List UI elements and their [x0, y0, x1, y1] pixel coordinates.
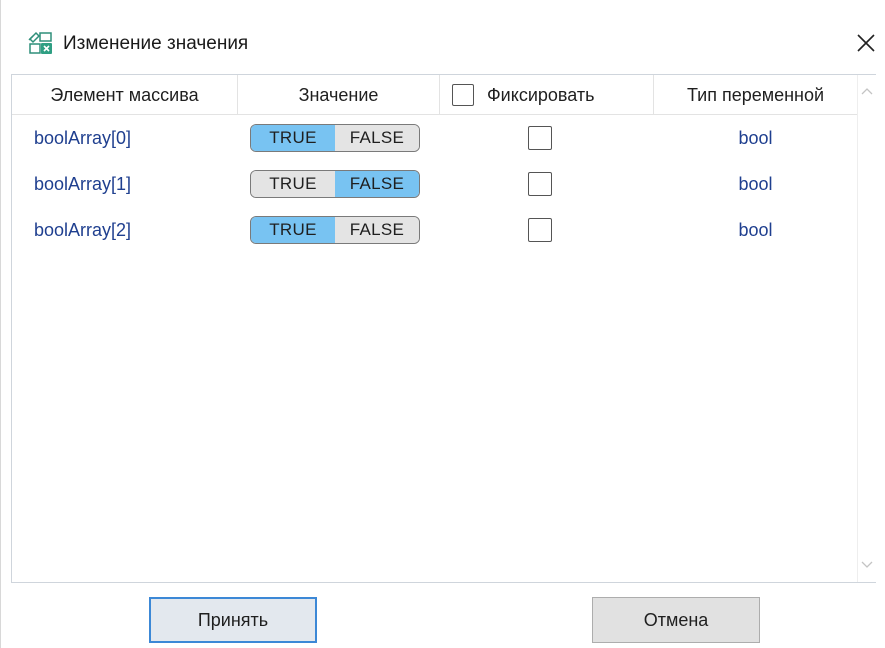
value-true-option[interactable]: TRUE — [251, 125, 335, 151]
column-header-value[interactable]: Значение — [238, 75, 440, 115]
column-header-element[interactable]: Элемент массива — [12, 75, 238, 115]
fix-checkbox[interactable] — [528, 172, 552, 196]
table-row: boolArray[1] TRUE FALSE bool — [12, 161, 857, 207]
fix-checkbox[interactable] — [528, 218, 552, 242]
variable-edit-icon — [27, 31, 53, 55]
variable-type: bool — [738, 128, 773, 148]
element-name: boolArray[0] — [34, 128, 132, 148]
chevron-down-icon[interactable] — [858, 555, 876, 575]
element-name: boolArray[1] — [34, 174, 132, 194]
chevron-up-icon[interactable] — [858, 81, 876, 101]
scroll-up-button[interactable] — [858, 81, 876, 101]
scroll-down-button[interactable] — [858, 555, 876, 575]
window-title: Изменение значения — [63, 33, 249, 54]
fix-checkbox[interactable] — [528, 126, 552, 150]
grid-header: Элемент массива Значение Фиксировать Тип… — [12, 75, 857, 115]
column-header-type-label: Тип переменной — [686, 85, 825, 105]
value-toggle[interactable]: TRUE FALSE — [250, 216, 420, 244]
values-grid: Элемент массива Значение Фиксировать Тип… — [11, 74, 876, 583]
accept-button[interactable]: Принять — [149, 597, 317, 643]
value-false-option[interactable]: FALSE — [335, 171, 419, 197]
value-true-option[interactable]: TRUE — [251, 171, 335, 197]
table-row: boolArray[2] TRUE FALSE bool — [12, 207, 857, 253]
column-header-element-label: Элемент массива — [50, 85, 199, 105]
value-false-option[interactable]: FALSE — [335, 125, 419, 151]
vertical-scrollbar[interactable] — [857, 75, 876, 582]
close-button[interactable] — [849, 26, 883, 60]
fix-all-checkbox[interactable] — [452, 84, 474, 106]
change-value-dialog: Изменение значения Элемент массива Значе… — [0, 0, 885, 648]
value-true-option[interactable]: TRUE — [251, 217, 335, 243]
variable-type: bool — [738, 220, 773, 240]
table-row: boolArray[0] TRUE FALSE bool — [12, 115, 857, 161]
column-header-value-label: Значение — [298, 85, 379, 105]
variable-type: bool — [738, 174, 773, 194]
column-header-fix: Фиксировать — [440, 75, 654, 115]
close-icon[interactable] — [849, 26, 883, 60]
column-header-type[interactable]: Тип переменной — [654, 75, 857, 115]
value-false-option[interactable]: FALSE — [335, 217, 419, 243]
value-toggle[interactable]: TRUE FALSE — [250, 170, 420, 198]
element-name: boolArray[2] — [34, 220, 132, 240]
value-toggle[interactable]: TRUE FALSE — [250, 124, 420, 152]
title-bar: Изменение значения — [1, 0, 885, 74]
cancel-button[interactable]: Отмена — [592, 597, 760, 643]
column-header-fix-label: Фиксировать — [487, 85, 595, 105]
